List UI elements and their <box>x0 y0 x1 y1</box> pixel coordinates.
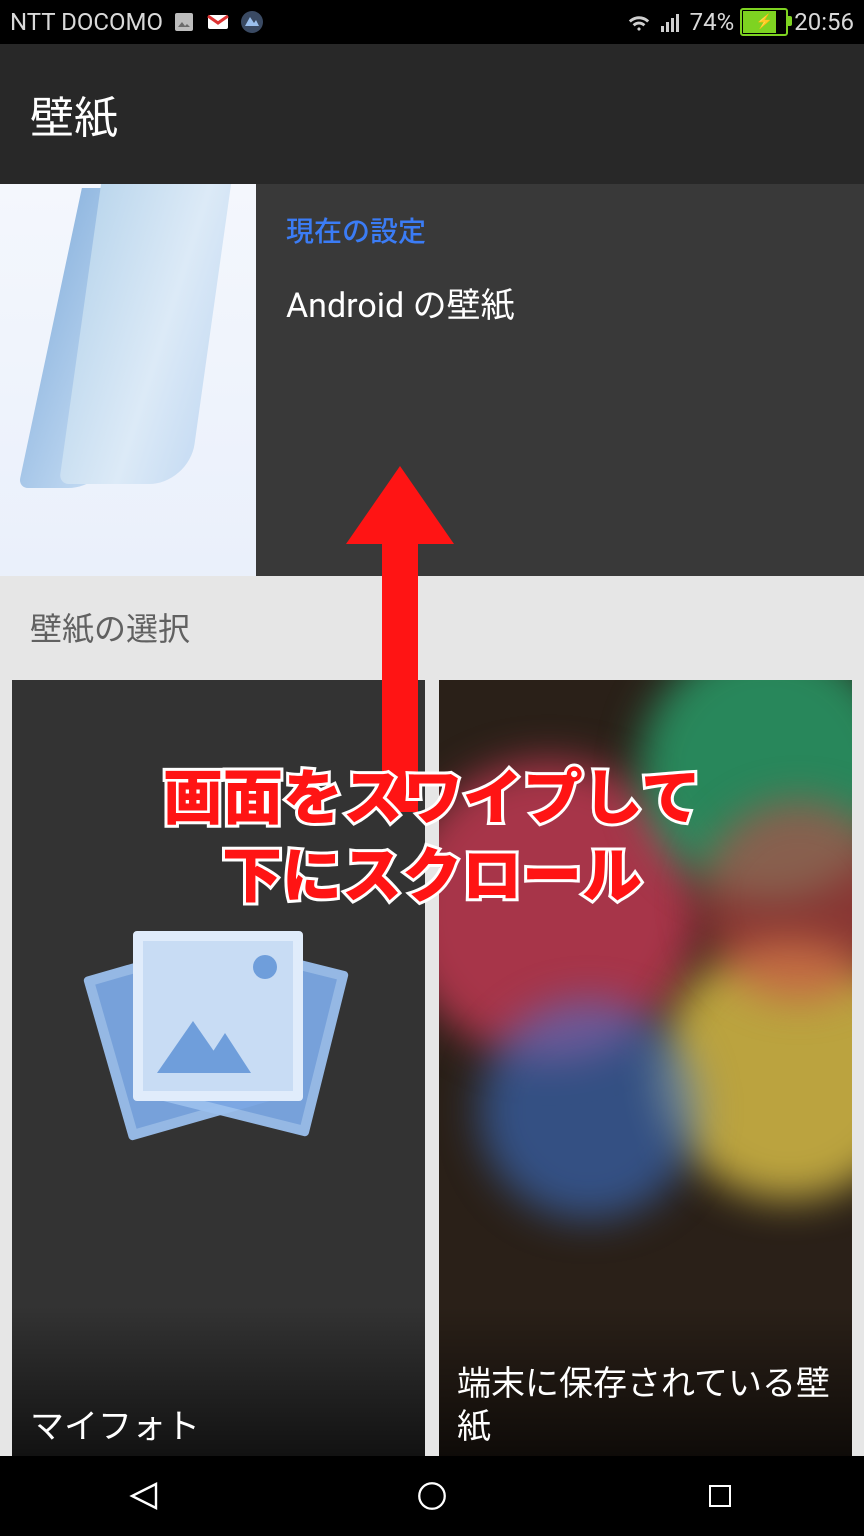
tile-my-photos[interactable]: マイフォト <box>12 680 425 1456</box>
status-bar: NTT DOCOMO 74% ⚡ 20:56 <box>0 0 864 44</box>
wifi-icon <box>626 9 652 35</box>
page-title: 壁紙 <box>30 82 118 146</box>
gmail-icon <box>205 9 231 35</box>
nav-back-button[interactable] <box>84 1466 204 1526</box>
screen: NTT DOCOMO 74% ⚡ 20:56 壁紙 <box>0 0 864 1536</box>
app-bar: 壁紙 <box>0 44 864 184</box>
nav-home-button[interactable] <box>372 1466 492 1526</box>
current-wallpaper-thumb <box>0 184 256 576</box>
image-icon <box>171 9 197 35</box>
current-wallpaper-name: Android の壁紙 <box>286 278 834 327</box>
section-title: 壁紙の選択 <box>30 604 190 650</box>
nav-recents-button[interactable] <box>660 1466 780 1526</box>
app-notification-icon <box>239 9 265 35</box>
current-setting-label: 現在の設定 <box>286 210 834 250</box>
battery-icon: ⚡ <box>740 8 788 36</box>
current-wallpaper-row[interactable]: 現在の設定 Android の壁紙 <box>0 184 864 576</box>
carrier-label: NTT DOCOMO <box>10 8 163 36</box>
battery-percent: 74% <box>690 8 735 36</box>
wallpaper-source-grid: マイフォト 端末に保存されている壁紙 <box>12 680 852 1456</box>
my-photos-icon <box>109 929 329 1129</box>
tile-local-wallpapers[interactable]: 端末に保存されている壁紙 <box>439 680 852 1456</box>
signal-icon <box>658 9 684 35</box>
tile-label: マイフォト <box>12 1392 425 1457</box>
tile-label: 端末に保存されている壁紙 <box>439 1349 852 1456</box>
clock: 20:56 <box>794 8 854 36</box>
navigation-bar <box>0 1456 864 1536</box>
